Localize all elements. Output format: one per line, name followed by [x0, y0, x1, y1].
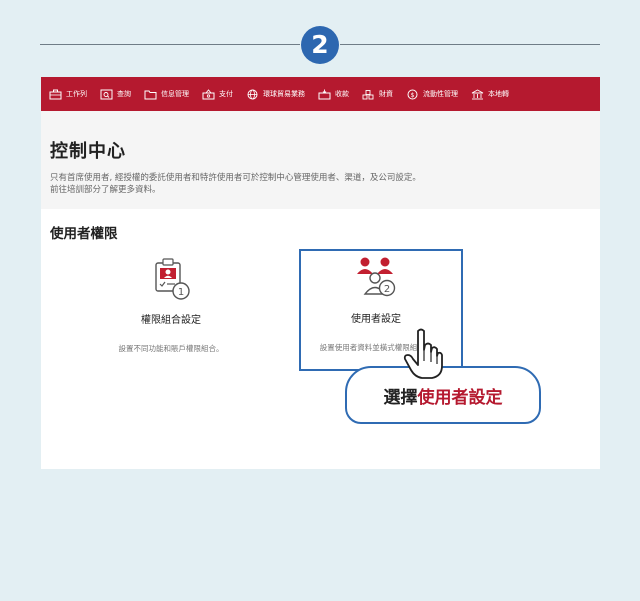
id-badge-icon: 1: [155, 258, 190, 300]
receive-icon: [318, 89, 331, 99]
instruction-callout: 選擇 使用者設定: [345, 366, 541, 424]
description-line: 只有首席使用者, 經授權的委託使用者和特許使用者可於控制中心管理使用者、渠道，及…: [50, 173, 421, 183]
nav-label: 工作列: [66, 90, 87, 98]
nav-label: 流動性管理: [423, 90, 458, 98]
search-doc-icon: [100, 89, 113, 99]
callout-highlight: 使用者設定: [417, 387, 503, 408]
bank-icon: [471, 88, 484, 99]
nav-item-liquidity[interactable]: $ 流動性管理: [406, 89, 458, 100]
payment-icon: [202, 88, 215, 99]
nav-label: 環球貿易業務: [263, 90, 305, 98]
nav-label: 收款: [335, 90, 349, 98]
nav-label: 支付: [219, 90, 233, 98]
svg-text:1: 1: [178, 287, 184, 298]
nav-item-worklist[interactable]: 工作列: [49, 89, 87, 100]
nav-item-global-trade[interactable]: 環球貿易業務: [246, 89, 305, 100]
top-navbar: 工作列 查詢 信息管理 支付 環球貿易業務 收款 財資 $ 流動性管理 本地轉: [41, 77, 600, 111]
nav-item-local-transfer[interactable]: 本地轉: [471, 88, 509, 100]
briefcase-icon: [49, 89, 62, 99]
liquidity-icon: $: [407, 89, 418, 99]
nav-label: 本地轉: [488, 90, 509, 98]
nav-label: 信息管理: [161, 90, 189, 98]
nav-item-info[interactable]: 信息管理: [144, 89, 189, 100]
nav-label: 查詢: [117, 90, 131, 98]
svg-text:$: $: [411, 92, 415, 99]
description-link-line[interactable]: 前往培訓部分了解更多資料。: [50, 184, 421, 196]
globe-icon: [247, 89, 258, 99]
treasury-icon: [362, 89, 374, 99]
nav-item-enquiry[interactable]: 查詢: [100, 89, 131, 100]
page-description: 只有首席使用者, 經授權的委託使用者和特許使用者可於控制中心管理使用者、渠道，及…: [50, 172, 421, 196]
page-title: 控制中心: [50, 141, 126, 162]
nav-item-receivables[interactable]: 收款: [318, 89, 349, 100]
step-number-badge: 2: [301, 26, 339, 64]
nav-item-treasury[interactable]: 財資: [362, 89, 393, 100]
card-title: 權限組合設定: [141, 315, 201, 326]
step-divider-left: [40, 44, 300, 45]
callout-prefix: 選擇: [383, 387, 418, 408]
step-divider-right: [340, 44, 600, 45]
section-title: 使用者權限: [50, 226, 118, 242]
card-description: 設置不同功能和賬戶權限組合。: [118, 344, 224, 353]
folder-icon: [144, 90, 157, 99]
nav-item-payment[interactable]: 支付: [202, 88, 233, 100]
card-permission-profile[interactable]: 1 權限組合設定 設置不同功能和賬戶權限組合。: [96, 257, 246, 354]
pointer-hand-icon: [403, 328, 443, 379]
nav-label: 財資: [379, 90, 393, 98]
